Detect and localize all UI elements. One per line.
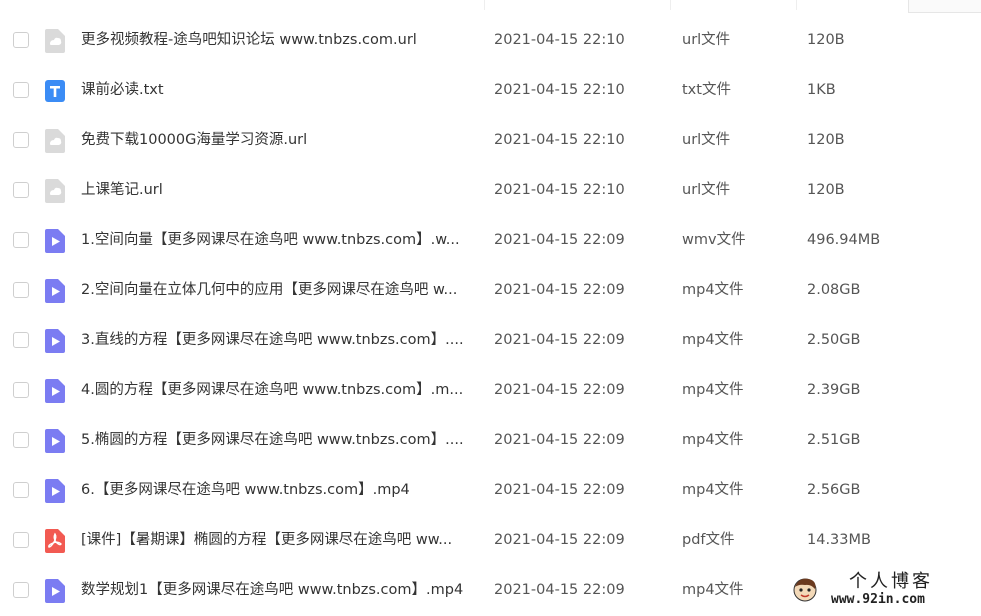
column-divider [670,0,671,10]
link-file-icon [45,29,65,53]
video-file-icon [45,229,65,253]
video-file-icon [45,379,65,403]
file-size: 2.50GB [807,332,861,348]
file-name[interactable]: 更多视频教程-途鸟吧知识论坛 www.tnbzs.com.url [81,30,476,50]
file-name[interactable]: 数学规划1【更多网课尽在途鸟吧 www.tnbzs.com】.mp4 [81,580,476,600]
file-modified-time: 2021-04-15 22:09 [494,232,625,248]
row-checkbox[interactable] [13,582,29,598]
file-name[interactable]: 5.椭圆的方程【更多网课尽在途鸟吧 www.tnbzs.com】.... [81,430,476,450]
file-modified-time: 2021-04-15 22:09 [494,482,625,498]
file-modified-time: 2021-04-15 22:09 [494,332,625,348]
cartoon-avatar-icon [791,575,819,603]
file-size: 2.08GB [807,282,861,298]
row-checkbox[interactable] [13,232,29,248]
file-row[interactable]: 6.【更多网课尽在途鸟吧 www.tnbzs.com】.mp4 2021-04-1… [0,466,981,516]
file-name[interactable]: 免费下载10000G海量学习资源.url [81,130,476,150]
file-size: 2.51GB [807,432,861,448]
row-checkbox[interactable] [13,332,29,348]
video-file-icon [45,279,65,303]
file-name[interactable]: 1.空间向量【更多网课尽在途鸟吧 www.tnbzs.com】.w... [81,230,476,250]
row-checkbox[interactable] [13,182,29,198]
video-file-icon [45,479,65,503]
file-row[interactable]: 5.椭圆的方程【更多网课尽在途鸟吧 www.tnbzs.com】.... 2021… [0,416,981,466]
watermark: 个人博客 www.92in.com [787,571,977,609]
file-row[interactable]: 更多视频教程-途鸟吧知识论坛 www.tnbzs.com.url 2021-04-… [0,16,981,66]
file-modified-time: 2021-04-15 22:09 [494,532,625,548]
file-row[interactable]: 上课笔记.url 2021-04-15 22:10 url文件 120B [0,166,981,216]
file-modified-time: 2021-04-15 22:09 [494,382,625,398]
file-modified-time: 2021-04-15 22:10 [494,82,625,98]
file-type: mp4文件 [682,332,744,348]
column-divider [484,0,485,10]
file-size: 14.33MB [807,532,871,548]
file-size: 120B [807,32,845,48]
file-row[interactable]: 课前必读.txt 2021-04-15 22:10 txt文件 1KB [0,66,981,116]
file-row[interactable]: 1.空间向量【更多网课尽在途鸟吧 www.tnbzs.com】.w... 2021… [0,216,981,266]
file-modified-time: 2021-04-15 22:10 [494,32,625,48]
row-checkbox[interactable] [13,482,29,498]
file-type: wmv文件 [682,232,746,248]
file-row[interactable]: [课件]【暑期课】椭圆的方程【更多网课尽在途鸟吧 ww... 2021-04-15… [0,516,981,566]
header-scroll-corner [908,0,981,13]
file-name[interactable]: 6.【更多网课尽在途鸟吧 www.tnbzs.com】.mp4 [81,480,476,500]
file-type: mp4文件 [682,482,744,498]
watermark-url: www.92in.com [831,592,925,607]
file-list: 更多视频教程-途鸟吧知识论坛 www.tnbzs.com.url 2021-04-… [0,16,981,616]
file-type: url文件 [682,32,731,48]
video-file-icon [45,579,65,603]
file-name[interactable]: 2.空间向量在立体几何中的应用【更多网课尽在途鸟吧 w... [81,280,476,300]
file-type: mp4文件 [682,282,744,298]
file-size: 120B [807,132,845,148]
file-size: 2.56GB [807,482,861,498]
row-checkbox[interactable] [13,32,29,48]
file-type: txt文件 [682,82,731,98]
row-checkbox[interactable] [13,282,29,298]
row-checkbox[interactable] [13,532,29,548]
watermark-title: 个人博客 [849,571,933,592]
file-size: 120B [807,182,845,198]
file-size: 496.94MB [807,232,881,248]
pdf-file-icon [45,529,65,553]
row-checkbox[interactable] [13,432,29,448]
file-type: mp4文件 [682,432,744,448]
file-type: mp4文件 [682,382,744,398]
file-modified-time: 2021-04-15 22:09 [494,282,625,298]
file-name[interactable]: [课件]【暑期课】椭圆的方程【更多网课尽在途鸟吧 ww... [81,530,476,550]
file-type: pdf文件 [682,532,735,548]
row-checkbox[interactable] [13,82,29,98]
file-name[interactable]: 上课笔记.url [81,180,476,200]
file-row[interactable]: 3.直线的方程【更多网课尽在途鸟吧 www.tnbzs.com】.... 2021… [0,316,981,366]
column-header-strip [0,0,981,14]
file-modified-time: 2021-04-15 22:09 [494,582,625,598]
file-size: 1KB [807,82,836,98]
file-type: url文件 [682,132,731,148]
file-type: url文件 [682,182,731,198]
file-row[interactable]: 4.圆的方程【更多网课尽在途鸟吧 www.tnbzs.com】.m... 2021… [0,366,981,416]
column-divider [796,0,797,10]
video-file-icon [45,429,65,453]
video-file-icon [45,329,65,353]
file-size: 2.39GB [807,382,861,398]
file-name[interactable]: 4.圆的方程【更多网课尽在途鸟吧 www.tnbzs.com】.m... [81,380,476,400]
file-name[interactable]: 3.直线的方程【更多网课尽在途鸟吧 www.tnbzs.com】.... [81,330,476,350]
row-checkbox[interactable] [13,132,29,148]
file-row[interactable]: 免费下载10000G海量学习资源.url 2021-04-15 22:10 url文… [0,116,981,166]
text-file-icon [45,79,65,103]
file-name[interactable]: 课前必读.txt [81,80,476,100]
file-modified-time: 2021-04-15 22:10 [494,132,625,148]
file-type: mp4文件 [682,582,744,598]
file-modified-time: 2021-04-15 22:09 [494,432,625,448]
link-file-icon [45,129,65,153]
link-file-icon [45,179,65,203]
file-modified-time: 2021-04-15 22:10 [494,182,625,198]
file-row[interactable]: 2.空间向量在立体几何中的应用【更多网课尽在途鸟吧 w... 2021-04-15… [0,266,981,316]
row-checkbox[interactable] [13,382,29,398]
